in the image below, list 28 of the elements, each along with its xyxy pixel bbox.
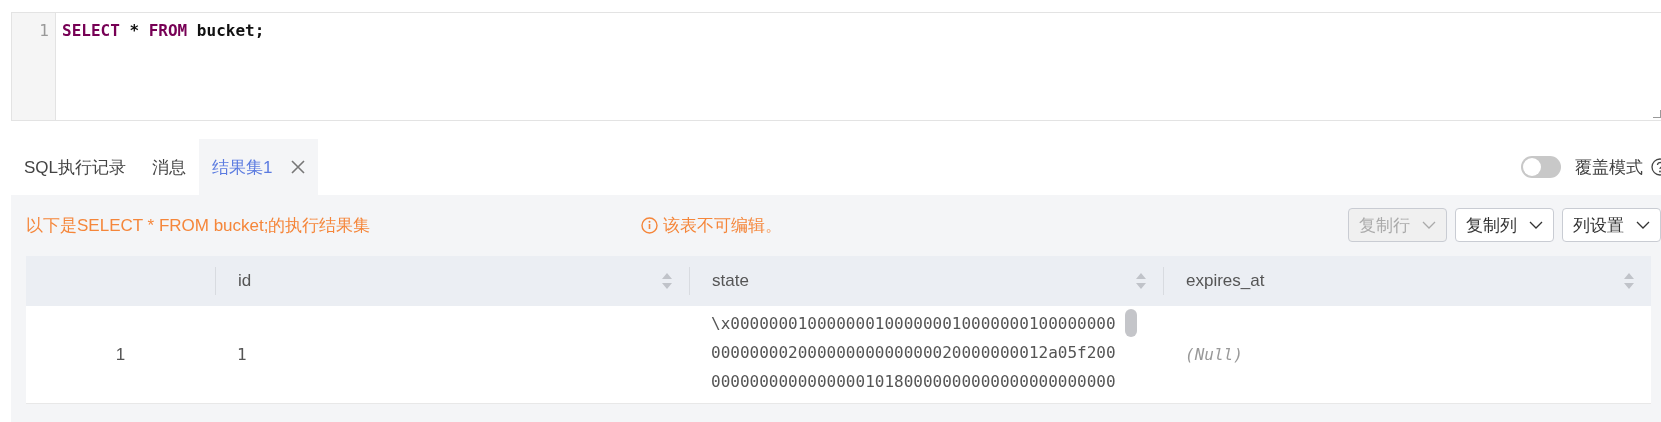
caret-icon [1422, 220, 1436, 230]
sort-icon[interactable] [661, 272, 673, 290]
scrollbar-thumb[interactable] [1125, 308, 1137, 337]
tab[interactable]: 消息 [139, 139, 200, 195]
result-summary: 以下是SELECT * FROM bucket;的执行结果集 [26, 214, 372, 237]
caret-icon [1636, 220, 1650, 230]
sort-icon[interactable] [1135, 272, 1147, 290]
info-icon [641, 216, 658, 234]
sort-icon[interactable] [1623, 272, 1635, 290]
notice-text: 该表不可编辑。 [663, 214, 782, 237]
resize-handle[interactable] [1653, 110, 1661, 118]
null-value: (Null) [1185, 345, 1243, 364]
column-header: id [238, 271, 252, 291]
caret-icon [1529, 220, 1543, 230]
column-header: expires_at [1186, 271, 1265, 291]
code-line: SELECT * FROM bucket; [62, 21, 266, 40]
tab[interactable]: SQL执行记录 [11, 139, 140, 195]
table-cell: 1 [237, 345, 247, 364]
tab[interactable]: 结果集1 [199, 139, 318, 195]
toggle-label: 覆盖模式 [1575, 156, 1643, 179]
dropdown-button[interactable]: 列设置 [1562, 208, 1661, 242]
toggle-switch[interactable] [1521, 156, 1561, 178]
dropdown-button[interactable]: 复制列 [1455, 208, 1554, 242]
close-icon[interactable] [290, 160, 305, 174]
line-number: 1 [38, 21, 49, 40]
table-cell-text: \x0000000100000001000000010000000100000000 00000000200000000000000020000000012a05f200 000000000000000010180000000000000000000000 [711, 312, 1117, 393]
column-header: state [712, 271, 749, 291]
row-number: 1 [26, 306, 215, 404]
